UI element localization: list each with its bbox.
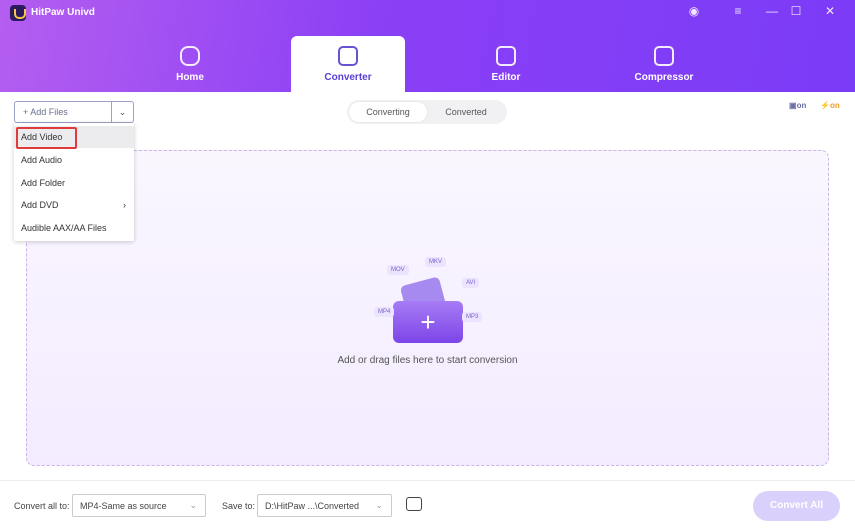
chevron-down-icon: ⌄	[189, 500, 197, 510]
chevron-down-icon: ⌄	[375, 500, 383, 510]
tab-editor[interactable]: Editor	[449, 36, 563, 92]
hardware-acceleration-icon[interactable]: ▣on	[789, 101, 806, 110]
tab-converted[interactable]: Converted	[427, 102, 505, 122]
folder-illustration: +	[393, 271, 463, 343]
add-files-button[interactable]: + Add Files ⌄	[14, 101, 134, 123]
add-files-menu: Add Video Add Audio Add Folder Add DVD › …	[14, 123, 134, 241]
close-icon[interactable]: ✕	[820, 4, 840, 18]
tab-home[interactable]: Home	[133, 36, 247, 92]
save-path-select[interactable]: D:\HitPaw ...\Converted ⌄	[257, 494, 392, 517]
bottom-bar: Convert all to: MP4-Same as source ⌄ Save…	[0, 480, 855, 524]
minimize-icon[interactable]: —	[762, 4, 782, 18]
output-format-select[interactable]: MP4-Same as source ⌄	[72, 494, 206, 517]
editor-icon	[496, 46, 516, 66]
chevron-down-icon[interactable]: ⌄	[111, 102, 133, 122]
menu-item-add-audio[interactable]: Add Audio	[14, 149, 134, 171]
chevron-right-icon: ›	[123, 200, 126, 210]
menu-icon[interactable]: ≡	[728, 4, 748, 18]
menu-item-add-dvd[interactable]: Add DVD ›	[14, 194, 134, 216]
compressor-icon	[654, 46, 674, 66]
drop-zone[interactable]: + MOV MKV AVI MP4 MP3 Add or drag files …	[26, 150, 829, 466]
tab-converter[interactable]: Converter	[291, 36, 405, 92]
account-icon[interactable]: ◉	[684, 4, 704, 18]
converter-icon	[338, 46, 358, 66]
menu-item-audible[interactable]: Audible AAX/AA Files	[14, 217, 134, 239]
menu-item-add-video[interactable]: Add Video	[14, 126, 134, 149]
drop-hint: Add or drag files here to start conversi…	[337, 355, 518, 366]
status-toggle: Converting Converted	[347, 100, 507, 124]
folder-icon[interactable]	[406, 497, 422, 511]
app-title: HitPaw Univd	[31, 7, 95, 18]
app-logo	[10, 5, 26, 21]
home-icon	[180, 46, 200, 66]
title-bar: HitPaw Univd ◉ ≡ — ☐ ✕ Home Converter Ed…	[0, 0, 855, 92]
lightning-icon[interactable]: ⚡on	[820, 101, 840, 110]
tab-compressor[interactable]: Compressor	[607, 36, 721, 92]
convert-all-button[interactable]: Convert All	[753, 491, 840, 521]
highlight-box	[16, 127, 77, 149]
menu-item-add-folder[interactable]: Add Folder	[14, 172, 134, 194]
tab-converting[interactable]: Converting	[349, 102, 427, 122]
maximize-icon[interactable]: ☐	[786, 4, 806, 18]
